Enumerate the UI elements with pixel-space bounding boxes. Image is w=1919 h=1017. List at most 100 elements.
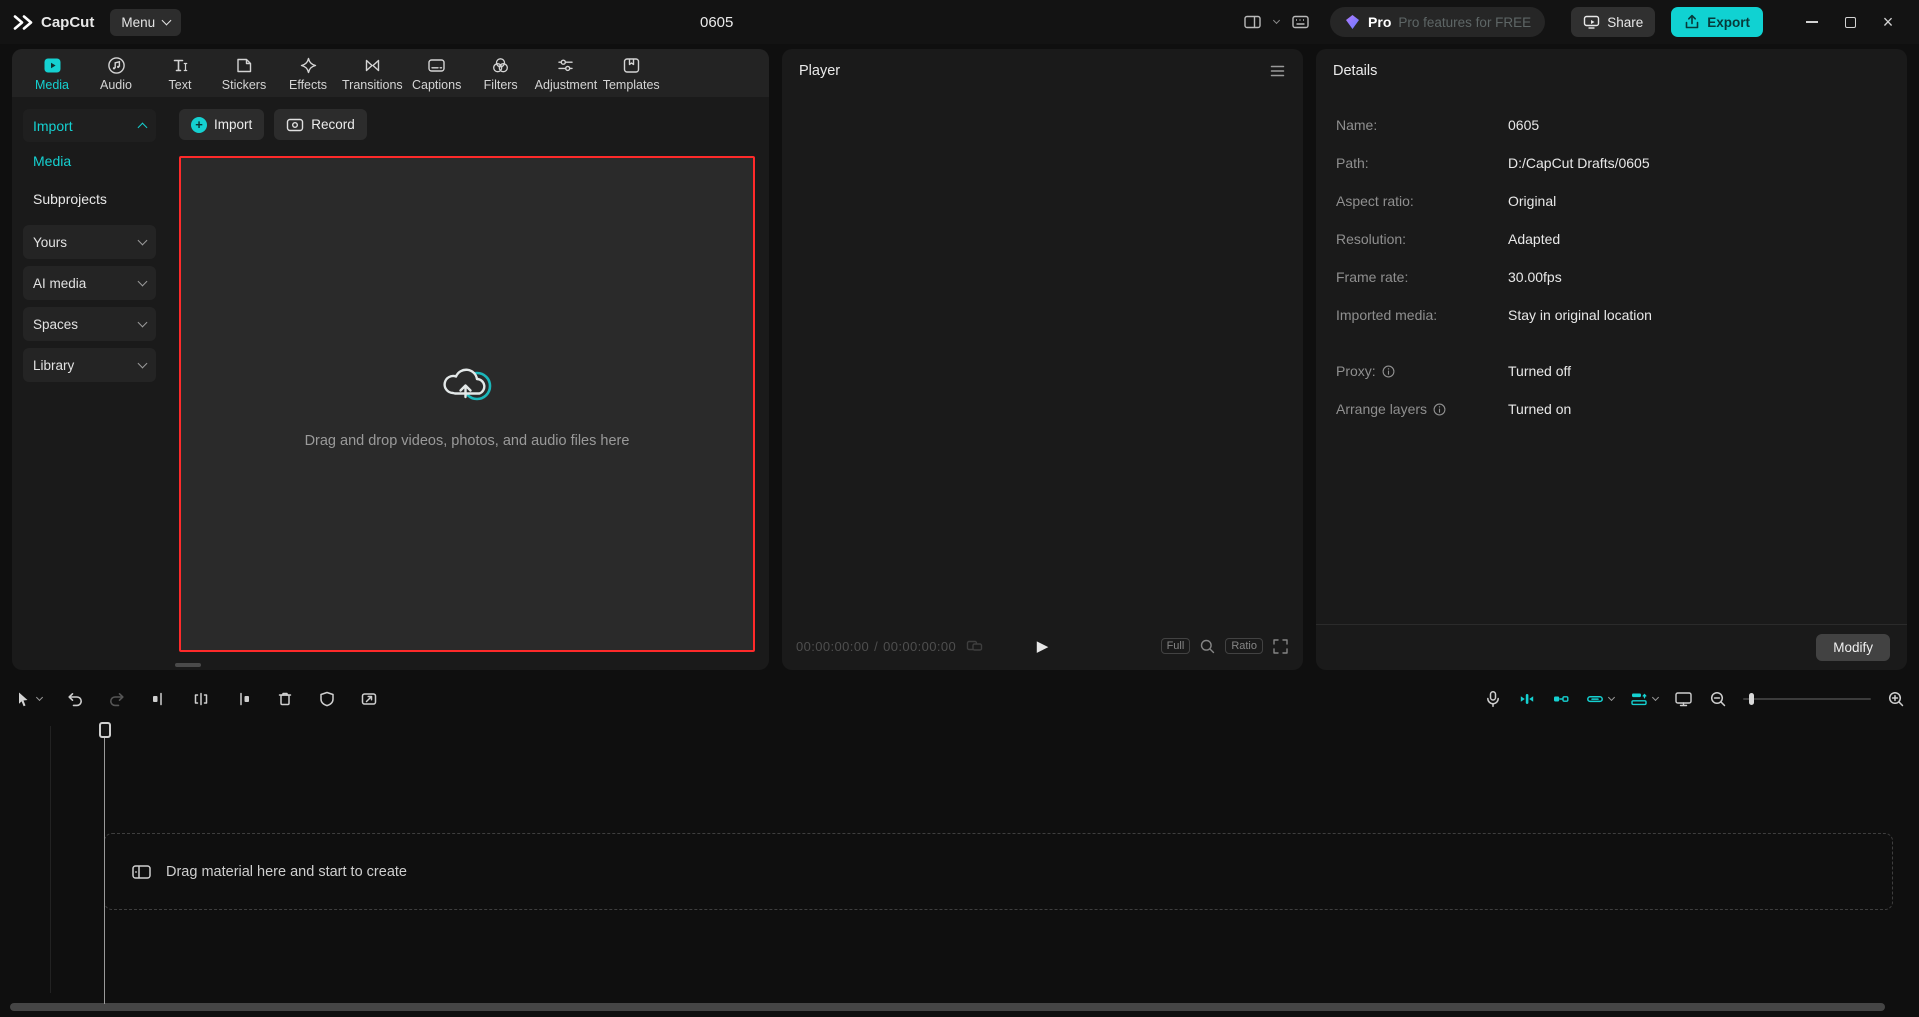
sidebar-group-library[interactable]: Library [23,348,156,382]
chevron-down-icon [1651,693,1660,702]
info-icon[interactable] [1433,403,1446,416]
tab-stickers[interactable]: Stickers [214,54,274,92]
undo-button[interactable] [66,690,84,708]
tab-label: Templates [602,78,660,92]
detail-row-name: Name: 0605 [1316,106,1907,144]
panel-layout-icon[interactable] [1243,13,1262,31]
sidebar-group-ai-media[interactable]: AI media [23,266,156,300]
playhead-handle[interactable] [98,722,111,738]
play-button[interactable]: ▶ [1037,637,1049,655]
split-button[interactable] [192,690,210,708]
timeline: Drag material here and start to create [0,720,1919,1017]
import-button[interactable]: + Import [179,109,265,140]
media-panel: Media Audio Text Stickers Effects Transi… [12,49,769,670]
display-settings-button[interactable] [1674,690,1693,708]
mask-button[interactable] [318,690,336,708]
field-label: Imported media: [1336,307,1438,323]
timeline-drop-area[interactable]: Drag material here and start to create [104,833,1893,910]
tab-transitions[interactable]: Transitions [342,54,403,92]
tab-label: Text [168,78,192,92]
tab-label: Stickers [221,78,267,92]
tab-label: Transitions [342,78,403,92]
tab-label: Media [34,78,70,92]
tab-adjustment[interactable]: Adjustment [534,54,598,92]
media-dropzone[interactable]: Drag and drop videos, photos, and audio … [179,156,755,652]
menu-button[interactable]: Menu [110,8,182,36]
modify-button[interactable]: Modify [1816,634,1890,661]
toolbar-right [1484,678,1905,720]
keyboard-shortcuts-icon[interactable] [1291,13,1310,31]
cursor-icon [19,692,28,707]
menu-label: Menu [121,14,156,30]
capcut-logo-icon [12,14,34,31]
share-button[interactable]: Share [1571,7,1656,37]
sidebar-item-subprojects[interactable]: Subprojects [23,180,156,218]
field-label: Proxy: [1336,363,1376,379]
delete-right-button[interactable] [234,690,252,708]
minimize-icon [1806,21,1818,23]
preview-mode-icon[interactable] [966,638,983,654]
media-scrollbar[interactable] [175,663,201,667]
main-track-magnetic-toggle[interactable] [1518,690,1536,708]
export-button[interactable]: Export [1671,7,1763,37]
delete-button[interactable] [276,690,294,708]
maximize-button[interactable] [1831,0,1869,44]
playhead[interactable] [98,722,111,1004]
voiceover-button[interactable] [1484,690,1502,708]
media-tabbar: Media Audio Text Stickers Effects Transi… [12,49,769,97]
sidebar-item-media[interactable]: Media [23,142,156,180]
pro-features-text: Pro features for FREE [1398,14,1532,30]
tab-label: Adjustment [534,78,598,92]
field-label: Frame rate: [1336,269,1409,285]
field-value: Original [1508,193,1557,209]
redo-button[interactable] [108,690,126,708]
tab-captions[interactable]: Captions [407,54,467,92]
details-title: Details [1333,63,1378,79]
capcut-logo: CapCut [12,14,94,31]
close-button[interactable]: × [1869,0,1907,44]
tab-effects[interactable]: Effects [278,54,338,92]
details-body: Name: 0605 Path: D:/CapCut Drafts/0605 A… [1316,93,1907,428]
sidebar-item-import[interactable]: Import [23,109,156,142]
tab-label: Filters [483,78,518,92]
select-tool-button[interactable] [14,690,44,708]
record-button[interactable]: Record [274,109,367,140]
timeline-horizontal-scrollbar[interactable] [10,1003,1885,1011]
full-screen-chip[interactable]: Full [1160,638,1191,654]
tab-media[interactable]: Media [22,54,82,92]
pro-badge[interactable]: Pro Pro features for FREE [1330,7,1546,37]
tab-templates[interactable]: Templates [601,54,661,92]
layout-chevron-down-icon[interactable] [1273,16,1281,25]
track-arrange-toggle[interactable] [1630,690,1660,708]
sidebar-group-spaces[interactable]: Spaces [23,307,156,341]
expand-icon[interactable] [1272,638,1289,655]
sidebar-group-yours[interactable]: Yours [23,225,156,259]
tab-filters[interactable]: Filters [471,54,531,92]
zoom-out-button[interactable] [1709,690,1727,708]
detail-row-arrange-layers: Arrange layers Turned on [1316,390,1907,428]
chevron-down-icon [137,317,148,328]
minimize-button[interactable] [1793,0,1831,44]
linked-toggle[interactable] [1586,690,1616,708]
player-menu-icon[interactable] [1269,63,1286,79]
tab-text[interactable]: Text [150,54,210,92]
detail-row-imported-media: Imported media: Stay in original locatio… [1316,296,1907,334]
timeline-empty-hint: Drag material here and start to create [166,863,407,880]
field-value: Adapted [1508,231,1561,247]
frame-export-button[interactable] [360,690,378,708]
zoom-preview-icon[interactable] [1199,638,1216,655]
templates-tab-icon [622,56,641,75]
ratio-chip[interactable]: Ratio [1225,638,1263,654]
filters-tab-icon [491,56,510,75]
export-label: Export [1707,14,1750,30]
info-icon[interactable] [1382,365,1395,378]
zoom-slider-handle[interactable] [1749,693,1754,705]
tab-audio[interactable]: Audio [86,54,146,92]
delete-left-button[interactable] [150,690,168,708]
titlebar-right: Pro Pro features for FREE Share Export × [1243,0,1907,44]
chevron-down-icon [137,358,148,369]
app-name: CapCut [41,13,95,31]
auto-ripple-toggle[interactable] [1552,690,1570,708]
zoom-in-button[interactable] [1887,690,1905,708]
timeline-zoom-slider[interactable] [1743,693,1871,705]
